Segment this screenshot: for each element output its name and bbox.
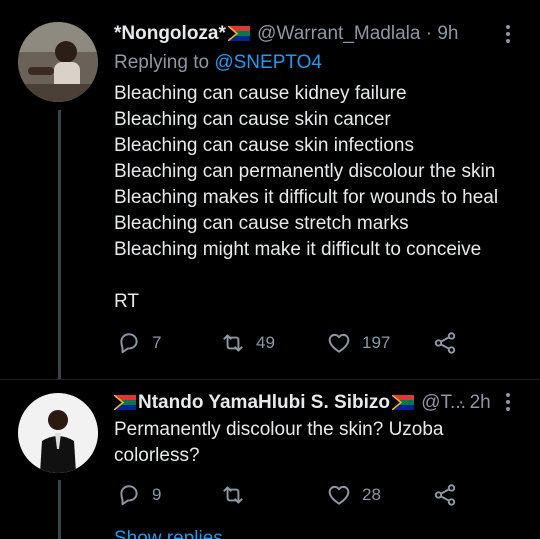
reply-icon (120, 333, 138, 354)
reply-icon (120, 485, 138, 506)
south-africa-flag-icon (227, 23, 250, 42)
like-count: 197 (362, 333, 391, 352)
like-count: 28 (362, 485, 381, 504)
avatar[interactable] (18, 22, 98, 102)
retweet-button[interactable] (220, 482, 256, 508)
like-button[interactable]: 28 (326, 482, 381, 508)
like-button[interactable]: 197 (326, 330, 390, 356)
more-options-icon[interactable] (506, 393, 512, 414)
avatar[interactable] (18, 393, 98, 473)
tweet-line: Bleaching might make it difficult to con… (114, 239, 482, 260)
reply-count: 9 (152, 485, 162, 504)
tweet-header: Ntando YamaHlubi S. Sibizo @T... (114, 390, 500, 416)
south-africa-flag-icon (114, 392, 136, 411)
tweet-line (114, 263, 520, 289)
reply-count: 7 (152, 333, 162, 352)
tweet-line: colorless? (114, 445, 200, 466)
tweet-text: Permanently discolour the skin? Uzoba co… (114, 417, 520, 469)
replying-handle-link[interactable]: @SNEPTO4 (214, 52, 322, 73)
like-icon (328, 485, 350, 505)
retweet-icon (223, 334, 243, 352)
tweet-line: Bleaching can cause stretch marks (114, 213, 409, 234)
thread-line (58, 480, 61, 539)
timestamp[interactable]: · 2h (458, 390, 491, 416)
tweet-line: Permanently discolour the skin? Uzoba (114, 419, 444, 440)
tweet-line: Bleaching can permanently discolour the … (114, 161, 496, 182)
tweet-line: Bleaching makes it difficult for wounds … (114, 187, 499, 208)
share-button[interactable] (432, 330, 458, 356)
more-options-icon[interactable] (506, 25, 512, 46)
tweet-line: Bleaching can cause skin infections (114, 135, 414, 156)
display-name[interactable]: Ntando YamaHlubi S. Sibizo (138, 392, 390, 413)
show-replies-link[interactable]: Show replies (114, 528, 223, 539)
like-icon (328, 333, 350, 353)
south-africa-flag-icon (391, 392, 414, 411)
thread-line (58, 110, 61, 380)
handle[interactable]: @Warrant_Madlala (257, 23, 420, 44)
retweet-button[interactable]: 49 (220, 330, 275, 356)
reply-button[interactable]: 9 (116, 482, 161, 508)
replying-to: Replying to @SNEPTO4 (114, 50, 322, 76)
replying-prefix: Replying to (114, 52, 210, 73)
retweet-icon (223, 486, 243, 504)
display-name[interactable]: *Nongoloza* (114, 23, 226, 44)
tweet-1[interactable]: *Nongoloza* @Warrant_Madlala · 9h Replyi… (0, 0, 540, 380)
reply-button[interactable]: 7 (116, 330, 161, 356)
tweet-header: *Nongoloza* @Warrant_Madlala · 9h (114, 21, 500, 47)
action-bar: 7 49 197 (114, 330, 500, 356)
share-icon (434, 332, 456, 354)
share-icon (434, 484, 456, 506)
tweet-line: Bleaching can cause kidney failure (114, 83, 407, 104)
retweet-count: 49 (256, 333, 275, 352)
action-bar: 9 28 (114, 482, 500, 508)
tweet-line: RT (114, 291, 139, 312)
tweet-line: Bleaching can cause skin cancer (114, 109, 391, 130)
tweet-text: Bleaching can cause kidney failure Bleac… (114, 81, 520, 315)
timestamp[interactable]: · 9h (426, 23, 459, 44)
share-button[interactable] (432, 482, 458, 508)
tweet-2[interactable]: Ntando YamaHlubi S. Sibizo @T... · 2h Pe… (0, 380, 540, 539)
